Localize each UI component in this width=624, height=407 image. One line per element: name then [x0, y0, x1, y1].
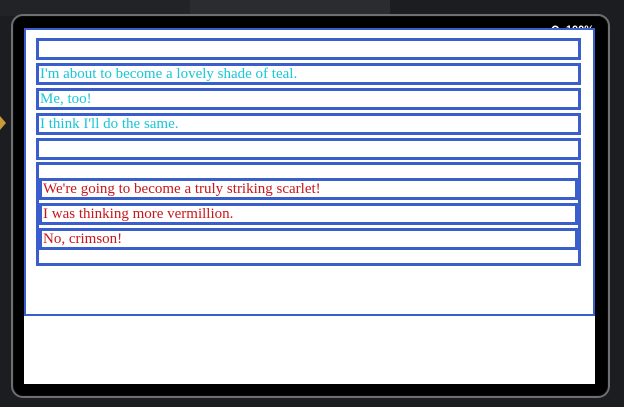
list-stack: I'm about to become a lovely shade of te… — [36, 38, 581, 266]
empty-row — [36, 138, 581, 160]
background-arrow-icon — [0, 116, 6, 130]
page-viewport: I'm about to become a lovely shade of te… — [24, 28, 595, 384]
list-item: I'm about to become a lovely shade of te… — [36, 63, 581, 85]
empty-row — [36, 38, 581, 60]
nested-group: We're going to become a truly striking s… — [36, 162, 581, 266]
list-item: Me, too! — [36, 88, 581, 110]
list-item: We're going to become a truly striking s… — [39, 178, 578, 200]
outer-container: I'm about to become a lovely shade of te… — [24, 28, 595, 316]
list-item: No, crimson! — [39, 228, 578, 250]
list-item: I think I'll do the same. — [36, 113, 581, 135]
list-item: I was thinking more vermillion. — [39, 203, 578, 225]
